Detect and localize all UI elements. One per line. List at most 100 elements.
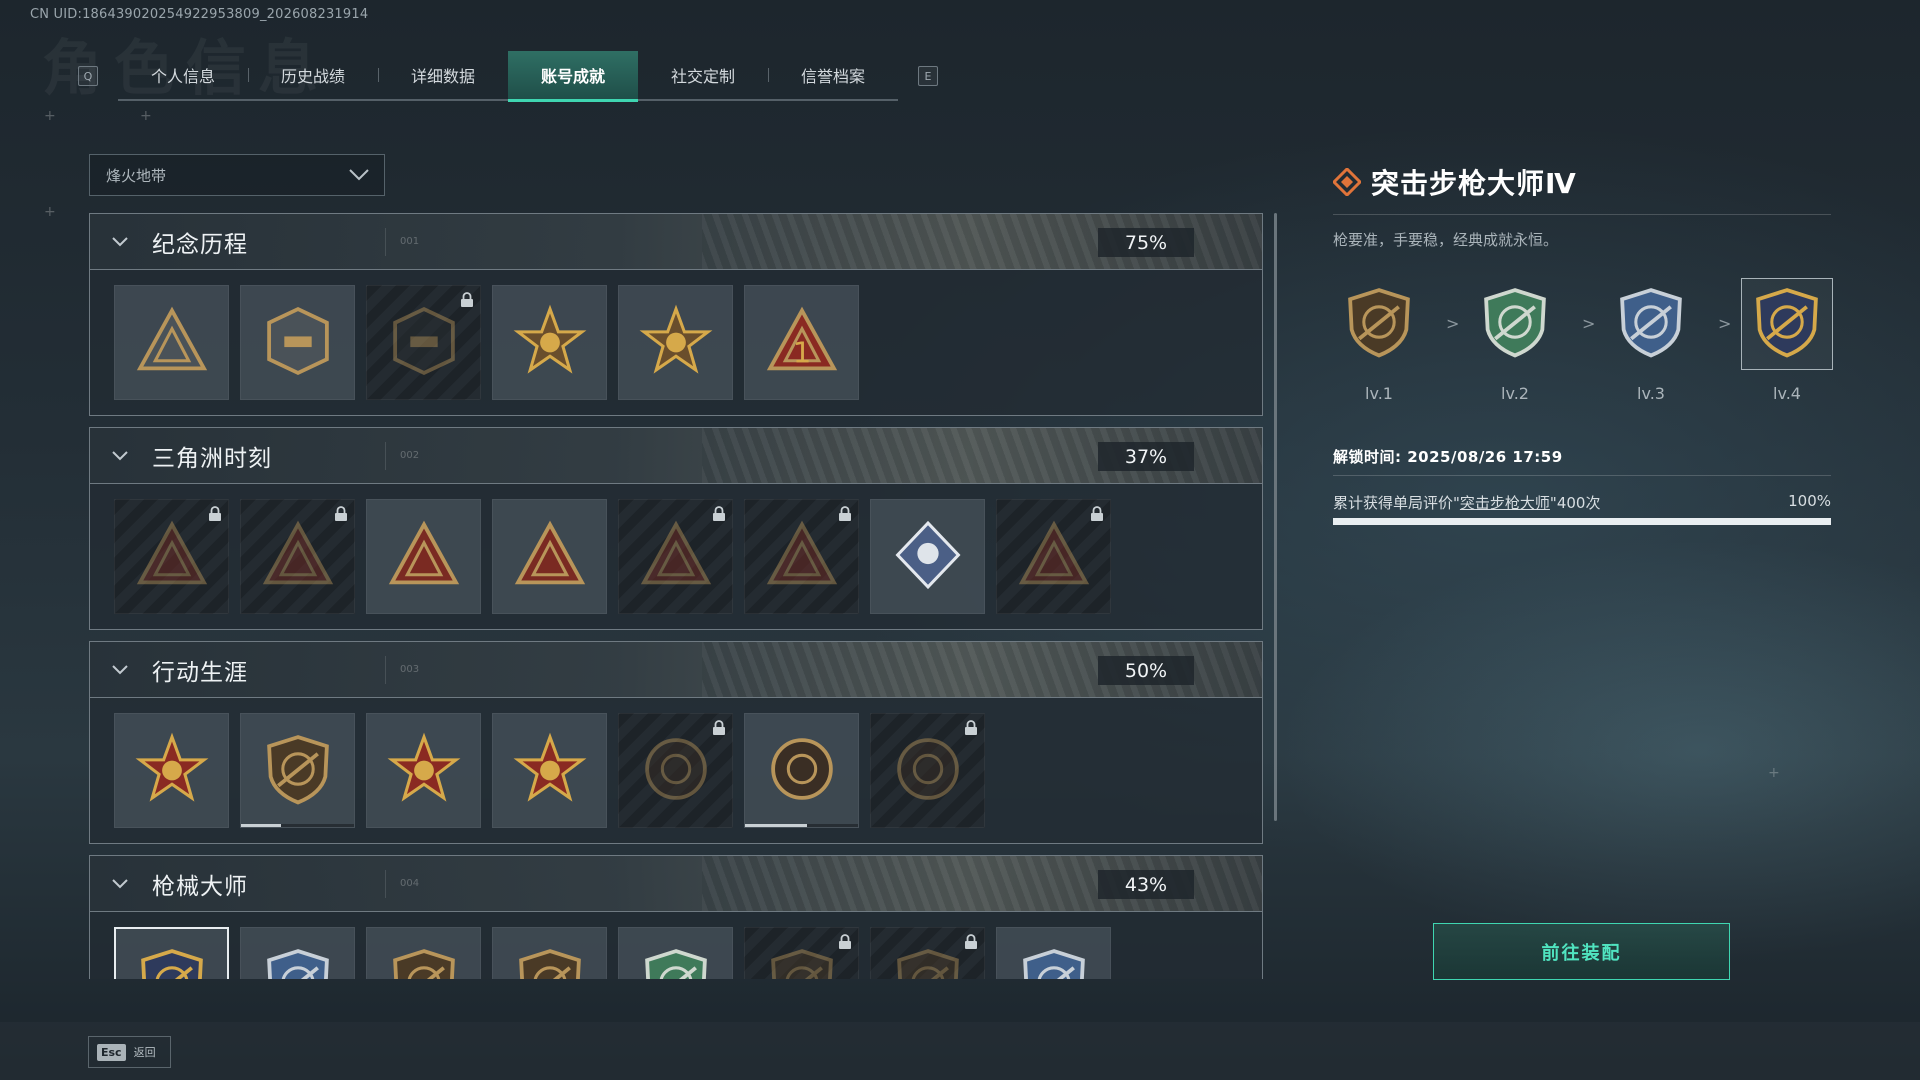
achievement-badge[interactable] (114, 499, 229, 614)
achievement-badge[interactable] (618, 285, 733, 400)
section-title: 行动生涯 (152, 659, 248, 686)
section-header[interactable]: 枪械大师 004 43% (89, 855, 1263, 912)
tab-4[interactable]: 账号成就 (508, 51, 638, 102)
rifle-bronze-shield-icon (764, 945, 840, 979)
section-percent: 37% (1098, 442, 1194, 471)
rifle-bronze-shield-icon (1341, 284, 1417, 364)
chevron-down-icon[interactable] (110, 660, 130, 680)
round-agent-icon (764, 731, 840, 811)
lock-icon (334, 506, 348, 526)
tab-6[interactable]: 信誉档案 (768, 51, 898, 99)
requirement-link[interactable]: 突击步枪大师 (1460, 494, 1550, 512)
achievement-badge[interactable] (492, 713, 607, 828)
achievement-badge[interactable] (870, 713, 985, 828)
achievement-badge[interactable] (240, 285, 355, 400)
section-header[interactable]: 纪念历程 001 75% (89, 213, 1263, 270)
achievement-badge[interactable] (618, 499, 733, 614)
achievement-section: 三角洲时刻 002 37% (89, 427, 1263, 630)
level-label: lv.2 (1501, 384, 1529, 403)
achievement-badge[interactable] (366, 713, 481, 828)
lock-icon (1090, 506, 1104, 526)
achievement-badge[interactable] (366, 927, 481, 979)
tab-1[interactable]: 个人信息 (118, 51, 248, 99)
tab-navigation: Q 个人信息 历史战绩 详细数据 账号成就 社交定制 信誉档案 E (78, 51, 938, 102)
rose-diamond-icon (890, 517, 966, 597)
lock-icon (964, 720, 978, 740)
divider (385, 656, 386, 684)
achievement-badge[interactable] (366, 499, 481, 614)
rifle-blue-shield-icon (1613, 284, 1689, 364)
diamond-emblem-icon (1333, 168, 1361, 196)
achievement-badge[interactable] (240, 927, 355, 979)
achievement-badge[interactable] (114, 927, 229, 979)
achievement-badge[interactable] (870, 499, 985, 614)
achievement-badge[interactable] (996, 927, 1111, 979)
section-title: 三角洲时刻 (152, 445, 272, 472)
lock-icon (964, 934, 978, 954)
chevron-down-icon[interactable] (110, 874, 130, 894)
level-badge-2[interactable] (1469, 278, 1561, 370)
achievement-badge[interactable] (744, 499, 859, 614)
section-badge-grid (89, 484, 1263, 630)
level-arrow: > (1718, 314, 1732, 333)
achievement-badge[interactable] (492, 285, 607, 400)
mode-filter-dropdown[interactable]: 烽火地带 (89, 154, 385, 196)
achievement-badge[interactable]: 1 (744, 285, 859, 400)
chevron-down-icon[interactable] (110, 232, 130, 252)
level-badge-1[interactable] (1333, 278, 1425, 370)
lock-icon (208, 506, 222, 526)
list-scrollbar[interactable] (1274, 213, 1277, 821)
crosshair-decoration: + (44, 108, 56, 124)
rifle-blue-shield-icon (260, 945, 336, 979)
achievement-badge[interactable] (744, 927, 859, 979)
achievement-section: 行动生涯 003 50% (89, 641, 1263, 844)
achievement-badge[interactable] (240, 713, 355, 828)
achievement-list[interactable]: 纪念历程 001 75% 1 三角洲时刻 002 37% 行动生涯 003 50… (89, 213, 1263, 979)
section-number: 004 (400, 878, 420, 889)
triangle-emblem-icon (134, 303, 210, 383)
achievement-badge[interactable] (492, 927, 607, 979)
hex-shield-icon (386, 303, 462, 383)
achievement-badge[interactable] (240, 499, 355, 614)
achievement-badge[interactable] (492, 499, 607, 614)
tab-2[interactable]: 历史战绩 (248, 51, 378, 99)
level-arrow: > (1446, 314, 1460, 333)
crosshair-decoration: + (44, 204, 56, 220)
section-header[interactable]: 三角洲时刻 002 37% (89, 427, 1263, 484)
section-badge-grid (89, 912, 1263, 979)
tab-5[interactable]: 社交定制 (638, 51, 768, 99)
lock-icon (712, 506, 726, 526)
rifle-green-shield-icon (638, 945, 714, 979)
helicopter-icon (260, 303, 336, 383)
e-key-hint[interactable]: E (918, 66, 938, 86)
unlock-time: 解锁时间: 2025/08/26 17:59 (1333, 448, 1563, 466)
q-key-hint[interactable]: Q (78, 66, 98, 86)
achievement-badge[interactable] (618, 927, 733, 979)
lock-icon (838, 506, 852, 526)
achievement-description: 枪要准，手要稳，经典成就永恒。 (1333, 231, 1559, 249)
tab-bar: 个人信息 历史战绩 详细数据 账号成就 社交定制 信誉档案 (118, 51, 898, 102)
tab-3[interactable]: 详细数据 (378, 51, 508, 99)
back-button[interactable]: Esc 返回 (88, 1036, 171, 1068)
star-skull-icon (134, 731, 210, 811)
section-title: 纪念历程 (152, 231, 248, 258)
divider (385, 442, 386, 470)
section-number: 002 (400, 450, 420, 461)
level-badge-4[interactable] (1741, 278, 1833, 370)
achievement-badge[interactable] (114, 713, 229, 828)
section-header[interactable]: 行动生涯 003 50% (89, 641, 1263, 698)
achievement-badge[interactable] (870, 927, 985, 979)
rifle-bronze-shield-icon (890, 945, 966, 979)
go-equip-button[interactable]: 前往装配 (1433, 923, 1730, 980)
lock-icon (460, 292, 474, 312)
achievement-badge[interactable] (366, 285, 481, 400)
achievement-badge[interactable] (744, 713, 859, 828)
bottom-bar (0, 1022, 1920, 1080)
chevron-down-icon[interactable] (110, 446, 130, 466)
level-badge-3[interactable] (1605, 278, 1697, 370)
section-badge-grid: 1 (89, 270, 1263, 416)
achievement-badge[interactable] (996, 499, 1111, 614)
achievement-badge[interactable] (114, 285, 229, 400)
delta-dice-icon (386, 517, 462, 597)
achievement-badge[interactable] (618, 713, 733, 828)
